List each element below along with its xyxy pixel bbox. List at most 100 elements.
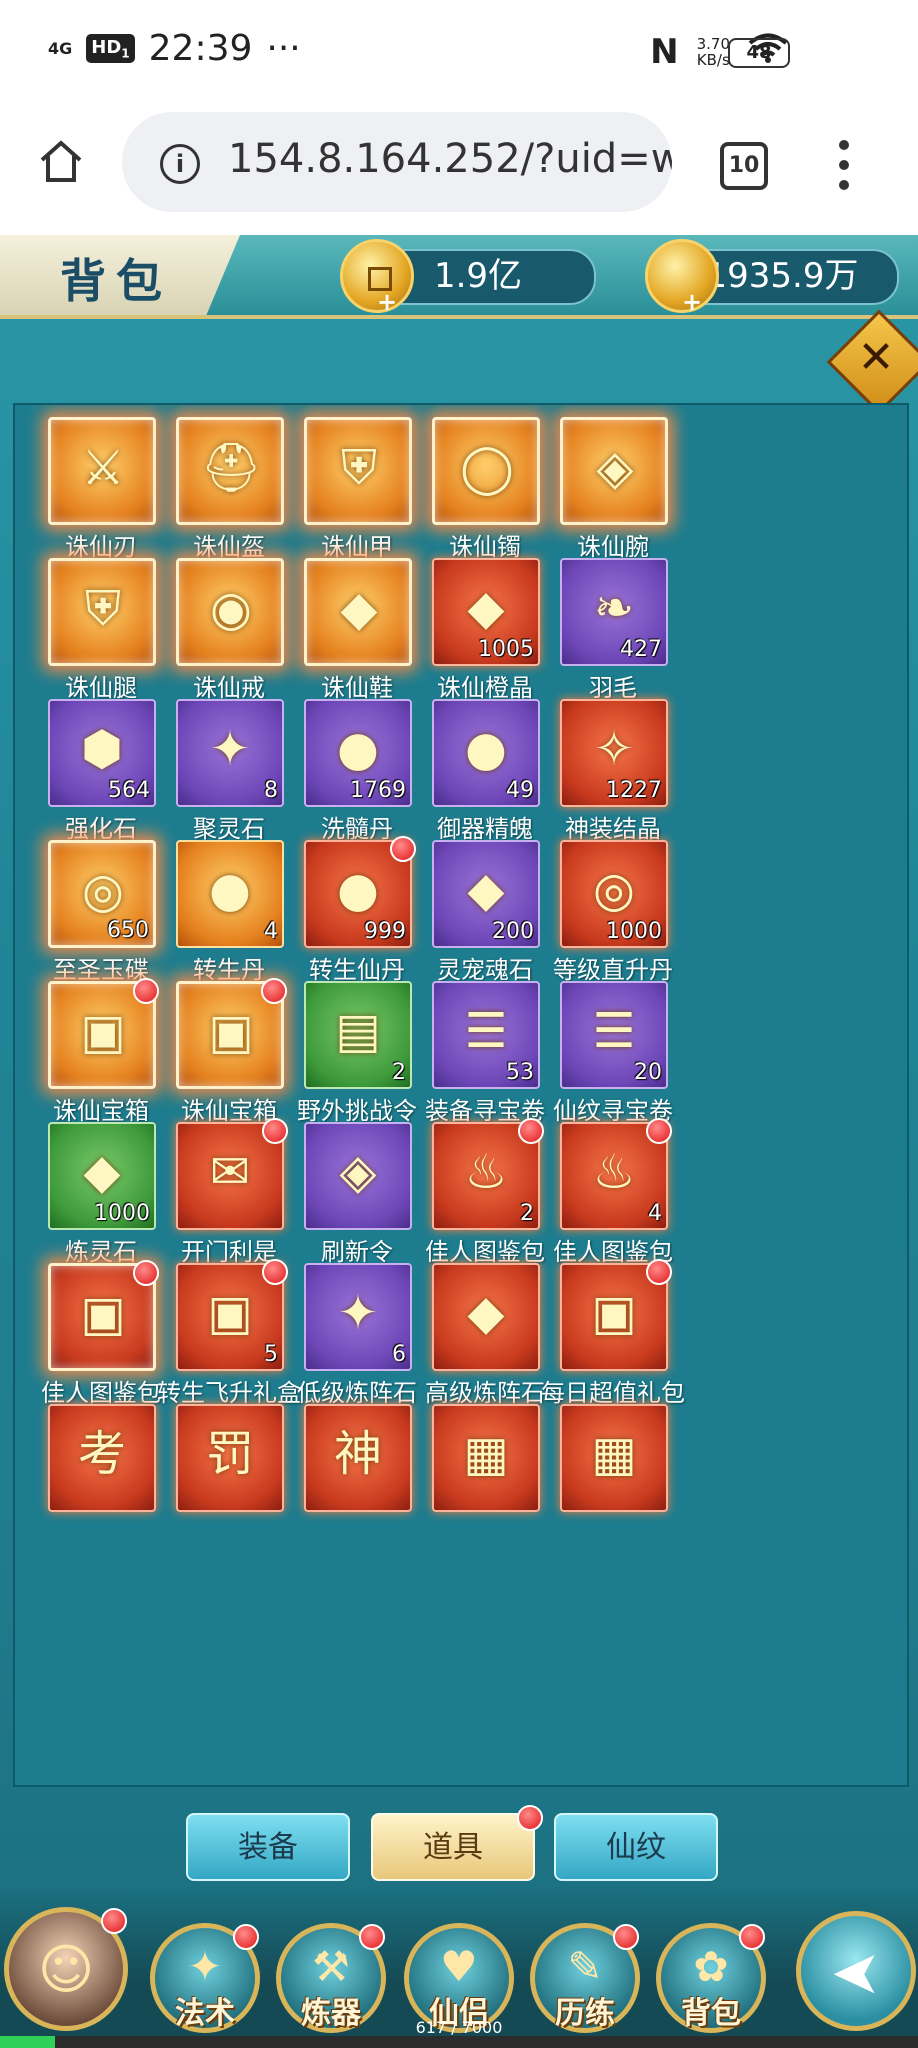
item-slot[interactable]: ▣ xyxy=(560,1259,672,1371)
tab-switcher-button[interactable]: 10 xyxy=(720,142,768,190)
item-slot[interactable]: ▤ 2 xyxy=(304,981,412,1089)
item-icon: ⬢ xyxy=(81,721,123,777)
status-left: 4G HD1 22:39 ··· xyxy=(48,28,301,69)
notification-dot xyxy=(233,1924,259,1950)
item-slot[interactable]: ● 1769 xyxy=(304,699,412,807)
item-slot[interactable]: ▦ xyxy=(432,1404,540,1512)
item-icon: ◎ xyxy=(82,863,124,919)
item-count: 4 xyxy=(648,1201,662,1226)
item-icon: ◯ xyxy=(460,440,514,496)
item-icon: ◆ xyxy=(467,580,505,636)
item-slot[interactable]: ♨ 2 xyxy=(432,1118,544,1230)
item-icon: ◆ xyxy=(467,1285,505,1341)
home-icon[interactable] xyxy=(38,138,84,184)
item-slot[interactable]: ▦ xyxy=(560,1404,668,1512)
item-icon: ▦ xyxy=(463,1426,509,1482)
item-icon: ✉ xyxy=(209,1144,251,1200)
item-slot[interactable]: ✦ 8 xyxy=(176,699,284,807)
item-icon: ◈ xyxy=(596,440,634,496)
overflow-menu-icon[interactable] xyxy=(838,140,850,190)
status-bar: 4G HD1 22:39 ··· N 3.70 KB/s 48 xyxy=(0,0,918,100)
notification-dot xyxy=(739,1924,765,1950)
item-icon: ⚔ xyxy=(81,440,125,496)
tab-items[interactable]: 道具 xyxy=(371,1805,543,1881)
notification-dot xyxy=(517,1805,543,1831)
item-slot[interactable]: 罚 xyxy=(176,1404,284,1512)
item-slot[interactable]: ♨ 4 xyxy=(560,1118,672,1230)
item-slot[interactable]: ▣ xyxy=(176,978,287,1089)
tab-equipment[interactable]: 装备 xyxy=(186,1813,350,1881)
item-slot[interactable]: ◆ 1005 xyxy=(432,558,540,666)
tab-xianwen[interactable]: 仙纹 xyxy=(554,1813,718,1881)
item-slot[interactable]: ⛨ xyxy=(304,417,412,525)
item-slot[interactable]: ● 999 xyxy=(304,836,416,948)
url-text[interactable]: 154.8.164.252/?uid=w xyxy=(228,136,672,182)
inventory-item[interactable]: ▦ xyxy=(530,1400,696,1584)
item-icon: ◎ xyxy=(593,862,635,918)
item-slot[interactable]: ✉ xyxy=(176,1118,288,1230)
nav-companion-button[interactable]: ♥ 仙侣 xyxy=(404,1923,514,2033)
nav-bag-button[interactable]: ✿ 背包 xyxy=(656,1923,766,2033)
item-icon: ▣ xyxy=(80,1286,126,1342)
item-slot[interactable]: ▣ xyxy=(48,978,159,1089)
title-plate: 背包 xyxy=(0,235,240,315)
item-slot[interactable]: ⬢ 564 xyxy=(48,699,156,807)
item-slot[interactable]: ✦ 6 xyxy=(304,1263,412,1371)
item-slot[interactable]: ◉ xyxy=(176,558,284,666)
item-icon: 罚 xyxy=(205,1426,254,1482)
info-icon[interactable]: i xyxy=(160,144,200,184)
item-slot[interactable]: ☰ 20 xyxy=(560,981,668,1089)
nav-avatar-button[interactable]: ☺ xyxy=(4,1907,128,2031)
item-slot[interactable]: ❧ 427 xyxy=(560,558,668,666)
item-slot[interactable]: ☰ 53 xyxy=(432,981,540,1089)
item-count: 200 xyxy=(492,919,534,944)
item-icon: ◈ xyxy=(339,1144,377,1200)
inventory-panel[interactable]: ⚔ 诛仙刃 ⛑ 诛仙盔 ⛨ 诛仙甲 ◯ 诛仙镯 ◈ 诛仙腕 ⛨ 诛仙腿 ◉ 诛仙戒 ◆ 诛仙鞋 ◆ 1005 诛仙橙… xyxy=(13,403,909,1787)
item-icon: ⛨ xyxy=(340,440,377,496)
nav-spell-button[interactable]: ✦ 法术 xyxy=(150,1923,260,2033)
notification-dot xyxy=(101,1908,127,1934)
exp-fill xyxy=(0,2036,56,2048)
item-slot[interactable]: ◆ 200 xyxy=(432,840,540,948)
item-slot[interactable]: 考 xyxy=(48,1404,156,1512)
nav-forge-button[interactable]: ⚒ 炼器 xyxy=(276,1923,386,2033)
notification-dot xyxy=(646,1259,672,1285)
item-slot[interactable]: ⛨ xyxy=(48,558,156,666)
nav-training-button[interactable]: ✎ 历练 xyxy=(530,1923,640,2033)
item-icon: ❧ xyxy=(593,580,635,636)
item-slot[interactable]: ◎ 1000 xyxy=(560,840,668,948)
item-icon: 神 xyxy=(333,1426,382,1482)
item-icon: ☰ xyxy=(592,1003,636,1059)
item-slot[interactable]: ◎ 650 xyxy=(48,840,156,948)
item-count: 20 xyxy=(634,1060,662,1085)
spell-icon: ✦ xyxy=(187,1942,223,1991)
item-icon: ⛑ xyxy=(200,440,262,496)
item-slot[interactable]: 神 xyxy=(304,1404,412,1512)
item-slot[interactable]: ◈ xyxy=(304,1122,412,1230)
item-slot[interactable]: ◯ xyxy=(432,417,540,525)
item-slot[interactable]: ⛑ xyxy=(176,417,284,525)
item-slot[interactable]: ▣ 5 xyxy=(176,1259,288,1371)
item-slot[interactable]: ▣ xyxy=(48,1260,159,1371)
item-count: 1000 xyxy=(94,1201,150,1226)
item-slot[interactable]: ◈ xyxy=(560,417,668,525)
ingot-icon[interactable]: + xyxy=(645,239,719,316)
item-slot[interactable]: ● 4 xyxy=(176,840,284,948)
item-slot[interactable]: ◆ xyxy=(432,1263,540,1371)
close-icon[interactable]: ✕ xyxy=(856,330,896,386)
bag-header: 背包 1.9亿 + 1935.9万 + xyxy=(0,235,918,319)
nav-back-arrow-button[interactable]: ➤ xyxy=(796,1911,916,2031)
item-slot[interactable]: ◆ 1000 xyxy=(48,1122,156,1230)
item-icon: ◆ xyxy=(340,581,378,637)
item-slot[interactable]: ✧ 1227 xyxy=(560,699,668,807)
avatar-icon: ☺ xyxy=(37,1938,95,2001)
item-icon: ▣ xyxy=(207,1285,253,1341)
network-indicator: 4G xyxy=(48,38,73,58)
address-bar[interactable]: i 154.8.164.252/?uid=w xyxy=(122,112,672,212)
item-slot[interactable]: ⚔ xyxy=(48,417,156,525)
notification-dot xyxy=(359,1924,385,1950)
item-count: 650 xyxy=(107,918,149,943)
coin-icon[interactable]: + xyxy=(340,239,414,316)
item-slot[interactable]: ● 49 xyxy=(432,699,540,807)
item-slot[interactable]: ◆ xyxy=(304,558,412,666)
